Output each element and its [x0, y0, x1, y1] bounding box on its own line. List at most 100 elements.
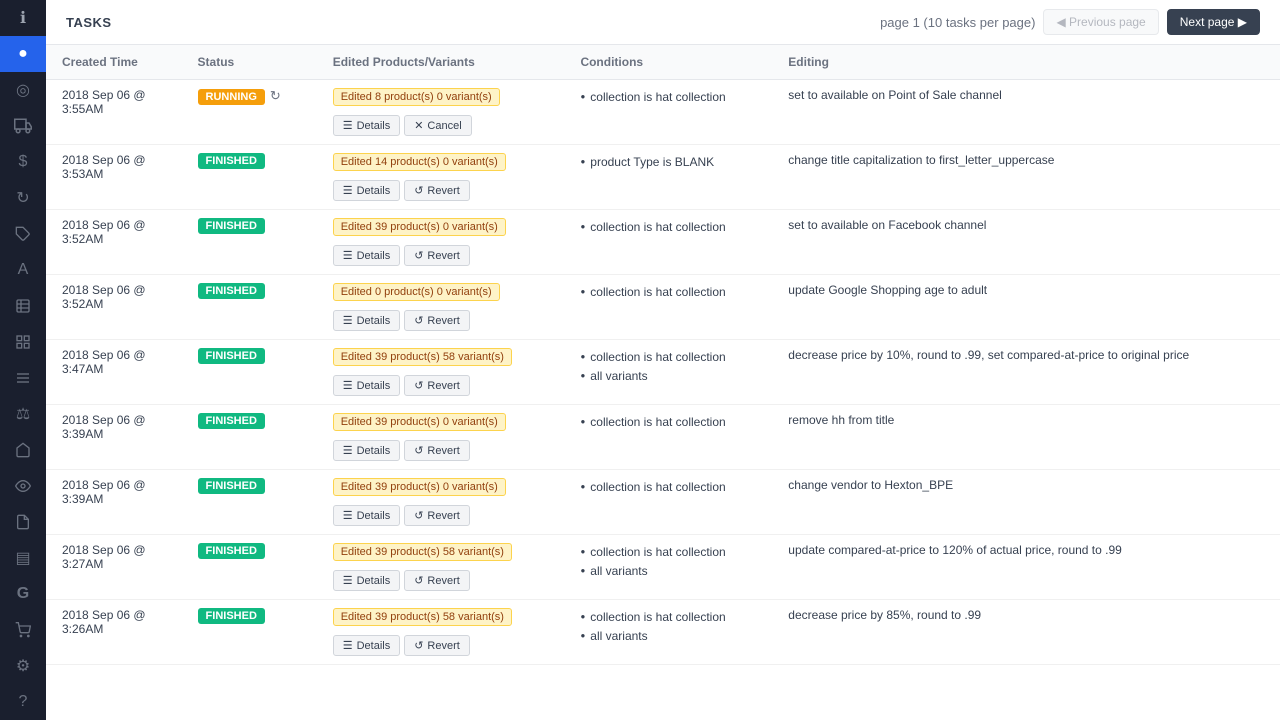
revert-icon: ↺ — [414, 379, 423, 392]
revert-icon: ↺ — [414, 314, 423, 327]
revert-button[interactable]: ↺ Revert — [404, 245, 470, 266]
details-button[interactable]: ☰ Details — [333, 635, 401, 656]
cell-editing: decrease price by 85%, round to .99 — [772, 600, 1280, 665]
cell-conditions: collection is hat collectionall variants — [564, 535, 772, 600]
pagination-info: page 1 (10 tasks per page) ◀ Previous pa… — [880, 9, 1260, 35]
prev-page-button[interactable]: ◀ Previous page — [1043, 9, 1158, 35]
details-icon: ☰ — [343, 574, 353, 587]
g-icon[interactable]: G — [0, 576, 46, 612]
revert-icon: ↺ — [414, 444, 423, 457]
details-button[interactable]: ☰ Details — [333, 505, 401, 526]
condition-item: all variants — [580, 367, 756, 386]
cell-conditions: collection is hat collection — [564, 470, 772, 535]
next-page-button[interactable]: Next page ▶ — [1167, 9, 1260, 35]
edited-badge: Edited 14 product(s) 0 variant(s) — [333, 153, 506, 171]
cell-conditions: collection is hat collection — [564, 405, 772, 470]
dollar-icon[interactable]: $ — [0, 144, 46, 180]
circle-icon[interactable]: ◎ — [0, 72, 46, 108]
col-created-time: Created Time — [46, 45, 182, 80]
table-icon[interactable] — [0, 288, 46, 324]
condition-item: all variants — [580, 562, 756, 581]
cell-time: 2018 Sep 06 @ 3:52AM — [46, 210, 182, 275]
cell-editing: update Google Shopping age to adult — [772, 275, 1280, 340]
refresh-icon[interactable]: ↻ — [0, 180, 46, 216]
cell-status: FINISHED — [182, 535, 317, 600]
details-button[interactable]: ☰ Details — [333, 570, 401, 591]
details-button[interactable]: ☰ Details — [333, 245, 401, 266]
cell-editing: set to available on Point of Sale channe… — [772, 80, 1280, 145]
cell-status: FINISHED — [182, 210, 317, 275]
list-icon[interactable] — [0, 360, 46, 396]
edited-badge: Edited 0 product(s) 0 variant(s) — [333, 283, 500, 301]
details-icon: ☰ — [343, 509, 353, 522]
col-editing: Editing — [772, 45, 1280, 80]
details-button[interactable]: ☰ Details — [333, 115, 401, 136]
col-edited: Edited Products/Variants — [317, 45, 565, 80]
puzzle-icon[interactable]: ⚙ — [0, 648, 46, 684]
revert-button[interactable]: ↺ Revert — [404, 310, 470, 331]
cell-editing: remove hh from title — [772, 405, 1280, 470]
truck-icon[interactable] — [0, 108, 46, 144]
details-button[interactable]: ☰ Details — [333, 310, 401, 331]
cell-time: 2018 Sep 06 @ 3:27AM — [46, 535, 182, 600]
status-badge: FINISHED — [198, 478, 265, 494]
info-icon[interactable]: ℹ — [0, 0, 46, 36]
condition-item: collection is hat collection — [580, 608, 756, 627]
cell-conditions: collection is hat collection — [564, 275, 772, 340]
status-badge: FINISHED — [198, 413, 265, 429]
table-row: 2018 Sep 06 @ 3:52AMFINISHED Edited 39 pr… — [46, 210, 1280, 275]
cell-status: RUNNING↻ — [182, 80, 317, 145]
cell-status: FINISHED — [182, 145, 317, 210]
details-button[interactable]: ☰ Details — [333, 180, 401, 201]
cancel-button[interactable]: ✕ Cancel — [404, 115, 471, 136]
cart-icon[interactable] — [0, 612, 46, 648]
home-icon[interactable]: ● — [0, 36, 46, 72]
rows-icon[interactable]: ▤ — [0, 540, 46, 576]
cell-edited: Edited 39 product(s) 0 variant(s)☰ Detai… — [317, 470, 565, 535]
cell-conditions: collection is hat collectionall variants — [564, 600, 772, 665]
cell-time: 2018 Sep 06 @ 3:55AM — [46, 80, 182, 145]
revert-button[interactable]: ↺ Revert — [404, 570, 470, 591]
nav-icon1[interactable] — [0, 432, 46, 468]
cell-status: FINISHED — [182, 405, 317, 470]
cell-edited: Edited 8 product(s) 0 variant(s) ☰ Detail… — [317, 80, 565, 145]
edited-badge: Edited 8 product(s) 0 variant(s) — [333, 88, 500, 106]
cell-editing: set to available on Facebook channel — [772, 210, 1280, 275]
edited-badge: Edited 39 product(s) 0 variant(s) — [333, 218, 506, 236]
table-header-row: Created Time Status Edited Products/Vari… — [46, 45, 1280, 80]
table-row: 2018 Sep 06 @ 3:53AMFINISHEDEdited 14 pr… — [46, 145, 1280, 210]
table-row: 2018 Sep 06 @ 3:27AMFINISHED Edited 39 pr… — [46, 535, 1280, 600]
cell-edited: Edited 14 product(s) 0 variant(s) ☰ Detai… — [317, 145, 565, 210]
table-row: 2018 Sep 06 @ 3:52AMFINISHEDEdited 0 pro… — [46, 275, 1280, 340]
revert-button[interactable]: ↺ Revert — [404, 505, 470, 526]
grid-icon[interactable] — [0, 324, 46, 360]
eye-icon[interactable] — [0, 468, 46, 504]
table-row: 2018 Sep 06 @ 3:26AMFINISHEDEdited 39 pr… — [46, 600, 1280, 665]
help-icon[interactable]: ? — [0, 684, 46, 720]
cell-status: FINISHED — [182, 600, 317, 665]
details-icon: ☰ — [343, 249, 353, 262]
details-button[interactable]: ☰ Details — [333, 375, 401, 396]
status-badge: FINISHED — [198, 608, 265, 624]
pagination-text: page 1 (10 tasks per page) — [880, 15, 1035, 30]
col-conditions: Conditions — [564, 45, 772, 80]
cell-editing: change title capitalization to first_let… — [772, 145, 1280, 210]
details-button[interactable]: ☰ Details — [333, 440, 401, 461]
revert-button[interactable]: ↺ Revert — [404, 635, 470, 656]
revert-button[interactable]: ↺ Revert — [404, 375, 470, 396]
status-badge: FINISHED — [198, 153, 265, 169]
tag-icon[interactable] — [0, 216, 46, 252]
table-row: 2018 Sep 06 @ 3:39AMFINISHEDEdited 39 pr… — [46, 470, 1280, 535]
page-header: TASKS page 1 (10 tasks per page) ◀ Previ… — [46, 0, 1280, 45]
spinner-icon: ↻ — [270, 88, 281, 104]
details-icon: ☰ — [343, 379, 353, 392]
edited-badge: Edited 39 product(s) 58 variant(s) — [333, 543, 512, 561]
revert-button[interactable]: ↺ Revert — [404, 180, 470, 201]
doc-icon[interactable] — [0, 504, 46, 540]
details-icon: ☰ — [343, 119, 353, 132]
revert-button[interactable]: ↺ Revert — [404, 440, 470, 461]
font-icon[interactable]: A — [0, 252, 46, 288]
cell-conditions: product Type is BLANK — [564, 145, 772, 210]
cell-edited: Edited 0 product(s) 0 variant(s) ☰ Detail… — [317, 275, 565, 340]
scale-icon[interactable]: ⚖ — [0, 396, 46, 432]
